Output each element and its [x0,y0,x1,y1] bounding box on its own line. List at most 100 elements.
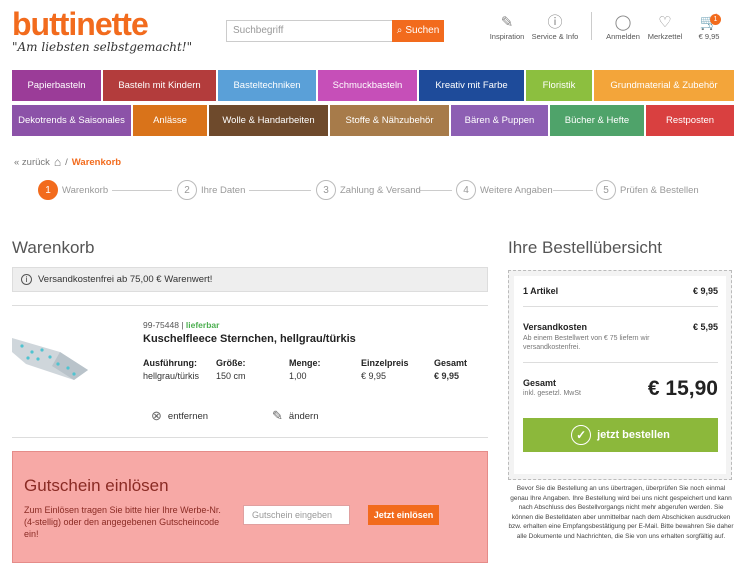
nav-floristik[interactable]: Floristik [526,70,592,101]
col-header-gesamt: Gesamt [434,358,468,368]
nav-baeren[interactable]: Bären & Puppen [451,105,548,136]
inspiration-icon: ✎ [500,14,514,31]
article-number: 99-75448 [143,320,179,330]
order-button[interactable]: ✓ jetzt bestellen [523,418,718,452]
divider [12,437,488,438]
article-info: 99-75448 | lieferbar [143,320,219,330]
edit-label: ändern [288,410,319,422]
cart-title: Warenkorb [12,238,95,257]
shipping-label: Versandkosten [523,322,588,332]
step-number: 4 [456,180,476,200]
order-button-label: jetzt bestellen [597,429,670,441]
breadcrumb-current: Warenkorb [71,156,122,168]
nav-buecher[interactable]: Bücher & Hefte [550,105,644,136]
breadcrumb: « zurück ⌂ / Warenkorb [14,155,121,169]
stock-status: lieferbar [185,320,220,330]
voucher-title: Gutschein einlösen [24,476,169,495]
wishlist-link[interactable]: ♡ Merkzettel [640,14,690,41]
step-ihre-daten: 2 Ihre Daten [177,180,245,200]
checkmark-icon: ✓ [571,425,592,445]
search-button[interactable]: ⌕ Suchen [392,20,444,42]
nav-wolle[interactable]: Wolle & Handarbeiten [209,105,328,136]
step-label: Ihre Daten [201,184,246,196]
step-connector [112,190,172,191]
remove-label: entfernen [167,410,209,422]
product-name[interactable]: Kuschelfleece Sternchen, hellgrau/türkis [143,333,356,345]
service-label: Service & Info [531,32,579,41]
service-link[interactable]: ⓘ Service & Info [530,14,580,41]
shipping-note: Ab einem Bestellwert von € 75 liefern wi… [523,335,650,351]
col-header-groesse: Größe: [216,358,246,368]
product-image[interactable] [12,330,88,380]
nav-papierbasteln[interactable]: Papierbasteln [12,70,101,101]
divider [12,305,488,306]
nav-grundmaterial[interactable]: Grundmaterial & Zubehör [594,70,734,101]
total-label: Gesamt [523,378,557,388]
size-value: 150 cm [216,371,246,381]
nav-anlaesse[interactable]: Anlässe [133,105,207,136]
total-value: € 15,90 [647,377,718,400]
inspiration-link[interactable]: ✎ Inspiration [482,14,532,41]
edit-icon: ✎ [272,408,283,423]
step-number: 1 [38,180,58,200]
home-icon[interactable]: ⌂ [54,155,61,169]
header-divider [591,12,592,40]
cart-icon: 🛒 [699,14,719,31]
step-label: Weitere Angaben [480,184,553,196]
voucher-submit-button[interactable]: Jetzt einlösen [368,505,439,525]
remove-button[interactable]: ⊗ entfernen [151,408,208,424]
col-header-einzelpreis: Einzelpreis [361,358,409,368]
slogan: "Am liebsten selbstgemacht!" [12,40,193,54]
total-note: inkl. gesetzl. MwSt [523,390,581,397]
summary-title: Ihre Bestellübersicht [508,238,663,257]
step-connector [420,190,452,191]
inspiration-label: Inspiration [489,32,525,41]
back-link[interactable]: « zurück [14,157,50,168]
step-number: 2 [177,180,197,200]
cart-count-badge: 1 [710,14,721,25]
edit-button[interactable]: ✎ ändern [272,408,319,424]
search-icon: ⌕ [396,25,403,36]
article-sep: | [181,320,184,330]
nav-schmuckbasteln[interactable]: Schmuckbasteln [318,70,417,101]
legal-note: Bevor Sie die Bestellung an uns übertrag… [508,485,734,540]
shipping-value: € 5,95 [692,322,718,332]
quantity-value[interactable]: 1,00 [289,371,307,381]
info-icon: ⓘ [547,14,563,31]
search-input[interactable]: Suchbegriff [226,20,392,42]
nav-basteln-mit-kindern[interactable]: Basteln mit Kindern [103,70,216,101]
items-label: 1 Artikel [523,286,559,296]
heart-icon: ♡ [658,14,672,31]
step-zahlung: 3 Zahlung & Versand [316,180,421,200]
cart-link[interactable]: 🛒 € 9,95 [684,14,734,41]
col-header-ausfuehrung: Ausführung: [143,358,197,368]
step-label: Zahlung & Versand [340,184,421,196]
nav-stoffe[interactable]: Stoffe & Nähzubehör [330,105,449,136]
col-header-menge: Menge: [289,358,321,368]
line-total-value: € 9,95 [434,371,460,381]
divider [523,362,718,363]
logo[interactable]: buttinette [12,6,149,43]
remove-icon: ⊗ [151,408,162,423]
nav-restposten[interactable]: Restposten [646,105,734,136]
voucher-input[interactable]: Gutschein eingeben [243,505,350,525]
shipping-info-text: Versandkostenfrei ab 75,00 € Warenwert! [38,274,213,285]
shipping-info-banner: i Versandkostenfrei ab 75,00 € Warenwert… [12,267,488,292]
nav-dekotrends[interactable]: Dekotrends & Saisonales [12,105,131,136]
step-label: Warenkorb [62,184,109,196]
step-label: Prüfen & Bestellen [620,184,699,196]
cart-total: € 9,95 [698,32,720,41]
search-button-label: Suchen [405,25,440,36]
wishlist-label: Merkzettel [647,32,683,41]
nav-basteltechniken[interactable]: Basteltechniken [218,70,316,101]
items-value: € 9,95 [692,286,718,296]
step-connector [249,190,311,191]
voucher-text: Zum Einlösen tragen Sie bitte hier Ihre … [24,505,221,539]
step-weitere-angaben: 4 Weitere Angaben [456,180,553,200]
nav-kreativ-mit-farbe[interactable]: Kreativ mit Farbe [419,70,524,101]
login-label: Anmelden [606,32,640,41]
info-icon: i [21,274,32,285]
step-pruefen: 5 Prüfen & Bestellen [596,180,699,200]
breadcrumb-sep: / [65,156,68,168]
variant-value: hellgrau/türkis [143,371,200,381]
